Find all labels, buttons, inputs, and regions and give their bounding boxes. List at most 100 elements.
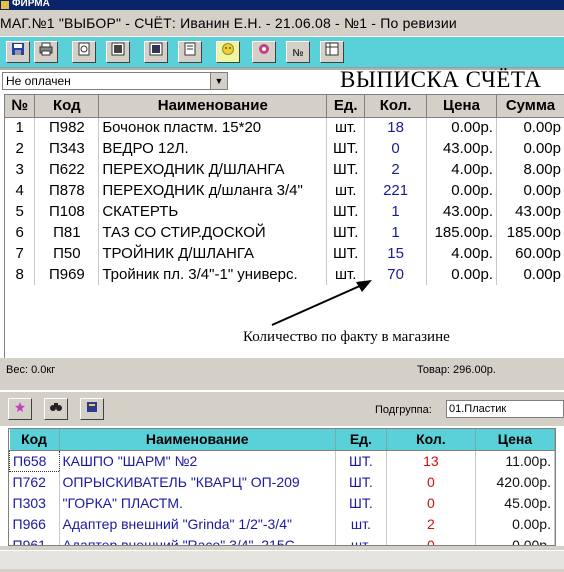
table-row[interactable]: 5 П108 СКАТЕРТЬ ШТ. 1 43.00р. 43.00р — [5, 201, 564, 222]
catalog-toolbar: Подгруппа: 01.Пластик — [0, 392, 564, 426]
table-row[interactable]: П658 КАШПО "ШАРМ" №2 ШТ. 13 11.00р. — [9, 449, 555, 472]
row-unit: ШТ. — [326, 201, 366, 222]
row-qty[interactable]: 221 — [364, 180, 428, 201]
row-price: 43.00р. — [426, 138, 497, 159]
gear-icon[interactable] — [252, 41, 276, 63]
save-icon[interactable] — [6, 41, 30, 63]
row-price: 0.00р. — [426, 180, 497, 201]
row-qty[interactable]: 18 — [364, 117, 428, 138]
col-header-unit[interactable]: Ед. — [335, 429, 387, 451]
row-qty[interactable]: 2 — [364, 159, 428, 180]
table-row[interactable]: 1 П982 Бочонок пластм. 15*20 шт. 18 0.00… — [5, 117, 564, 138]
row-price: 0.00р. — [426, 117, 497, 138]
horizontal-scrollbar[interactable] — [0, 546, 564, 572]
row-code: П982 — [34, 117, 100, 138]
col-header-price[interactable]: Цена — [475, 429, 555, 451]
product-qty: 0 — [386, 534, 476, 545]
products-grid: Код Наименование Ед. Кол. Цена П658 КАШП… — [8, 428, 556, 546]
row-qty[interactable]: 70 — [364, 264, 428, 285]
invoice-header-row: № Код Наименование Ед. Кол. Цена Сумма — [5, 95, 564, 118]
product-unit: ШТ. — [335, 492, 387, 513]
table-row[interactable]: 6 П81 ТАЗ СО СТИР.ДОСКОЙ ШТ. 1 185.00р. … — [5, 222, 564, 243]
row-name: ПЕРЕХОДНИК Д/ШЛАНГА — [98, 159, 328, 180]
row-name: Тройник пл. 3/4"-1" универс. — [98, 264, 328, 285]
product-price: 420.00р. — [475, 471, 555, 492]
table-row[interactable]: 4 П878 ПЕРЕХОДНИК д/шланга 3/4" шт. 221 … — [5, 180, 564, 201]
col-header-unit[interactable]: Ед. — [326, 95, 366, 118]
subgroup-select[interactable]: 01.Пластик — [446, 400, 564, 418]
table-row[interactable]: П303 "ГОРКА" ПЛАСТМ. ШТ. 0 45.00р. — [9, 492, 555, 513]
product-name: ОПРЫСКИВАТЕЛЬ "КВАРЦ" ОП-209 — [59, 471, 336, 492]
product-qty: 13 — [386, 450, 476, 471]
row-sum: 0.00р — [496, 117, 564, 138]
col-header-price[interactable]: Цена — [426, 95, 497, 118]
product-code: П961 — [9, 534, 60, 545]
clock-icon[interactable] — [144, 41, 168, 63]
row-name: СКАТЕРТЬ — [98, 201, 328, 222]
payment-status-select[interactable]: Не оплачен ▼ — [2, 72, 228, 90]
product-qty: 0 — [386, 471, 476, 492]
row-sum: 185.00р — [496, 222, 564, 243]
preview-icon[interactable] — [72, 41, 96, 63]
table-row[interactable]: П961 Адаптер внешний "Raco" 3/4" .215C ш… — [9, 534, 555, 545]
col-header-code[interactable]: Код — [9, 429, 60, 451]
product-qty: 0 — [386, 492, 476, 513]
product-name: Адаптер внешний "Raco" 3/4" .215C — [59, 534, 336, 545]
col-header-sum[interactable]: Сумма — [496, 95, 564, 118]
product-price: 45.00р. — [475, 492, 555, 513]
row-sum: 0.00р — [496, 180, 564, 201]
col-header-number[interactable]: № — [5, 95, 36, 118]
number-icon[interactable]: № — [286, 41, 310, 63]
row-sum: 8.00р — [496, 159, 564, 180]
table-row[interactable]: 2 П343 ВЕДРО 12Л. ШТ. 0 43.00р. 0.00р — [5, 138, 564, 159]
product-code: П658 — [9, 449, 60, 472]
col-header-qty[interactable]: Кол. — [364, 95, 428, 118]
row-unit: шт. — [326, 264, 366, 285]
table-icon[interactable] — [320, 41, 344, 63]
col-header-name[interactable]: Наименование — [59, 429, 336, 451]
star-icon[interactable] — [8, 398, 32, 420]
table-row[interactable]: П966 Адаптер внешний "Grinda" 1/2"-3/4" … — [9, 513, 555, 534]
row-qty[interactable]: 1 — [364, 222, 428, 243]
products-table: Код Наименование Ед. Кол. Цена П658 КАШП… — [9, 429, 555, 545]
scrollbar-track[interactable] — [0, 550, 564, 569]
calculator-icon[interactable] — [80, 398, 104, 420]
row-code: П50 — [34, 243, 100, 264]
product-price: 11.00р. — [475, 450, 555, 471]
table-row[interactable]: 8 П969 Тройник пл. 3/4"-1" универс. шт. … — [5, 264, 564, 285]
print-icon[interactable] — [34, 41, 58, 63]
row-sum: 0.00р — [496, 138, 564, 159]
invoice-table: № Код Наименование Ед. Кол. Цена Сумма 1… — [5, 95, 564, 285]
document-icon[interactable] — [106, 41, 130, 63]
row-sum: 43.00р — [496, 201, 564, 222]
row-unit: шт. — [326, 117, 366, 138]
totals-strip: Вес: 0.0кг Товар: 296.00р. — [0, 358, 564, 390]
smiley-icon[interactable] — [216, 41, 240, 63]
binoculars-icon[interactable] — [44, 398, 68, 420]
row-qty[interactable]: 0 — [364, 138, 428, 159]
col-header-code[interactable]: Код — [34, 95, 100, 118]
row-name: ТРОЙНИК Д/ШЛАНГА — [98, 243, 328, 264]
app-icon — [1, 1, 9, 9]
product-unit: ШТ. — [335, 450, 387, 471]
table-row[interactable]: 7 П50 ТРОЙНИК Д/ШЛАНГА ШТ. 15 4.00р. 60.… — [5, 243, 564, 264]
row-price: 185.00р. — [426, 222, 497, 243]
document-icon-2[interactable] — [178, 41, 202, 63]
table-row[interactable]: 3 П622 ПЕРЕХОДНИК Д/ШЛАНГА ШТ. 2 4.00р. … — [5, 159, 564, 180]
row-sum: 60.00р — [496, 243, 564, 264]
row-number: 6 — [5, 222, 36, 243]
row-number: 8 — [5, 264, 36, 285]
row-number: 2 — [5, 138, 36, 159]
product-name: Адаптер внешний "Grinda" 1/2"-3/4" — [59, 513, 336, 534]
row-sum: 0.00р — [496, 264, 564, 285]
table-row[interactable]: П762 ОПРЫСКИВАТЕЛЬ "КВАРЦ" ОП-209 ШТ. 0 … — [9, 471, 555, 492]
main-toolbar: № — [0, 36, 564, 68]
row-price: 0.00р. — [426, 264, 497, 285]
row-qty[interactable]: 1 — [364, 201, 428, 222]
col-header-qty[interactable]: Кол. — [386, 429, 476, 451]
row-unit: ШТ. — [326, 222, 366, 243]
products-header-row: Код Наименование Ед. Кол. Цена — [9, 429, 555, 451]
row-qty[interactable]: 15 — [364, 243, 428, 264]
col-header-name[interactable]: Наименование — [98, 95, 328, 118]
chevron-down-icon[interactable]: ▼ — [210, 73, 227, 89]
